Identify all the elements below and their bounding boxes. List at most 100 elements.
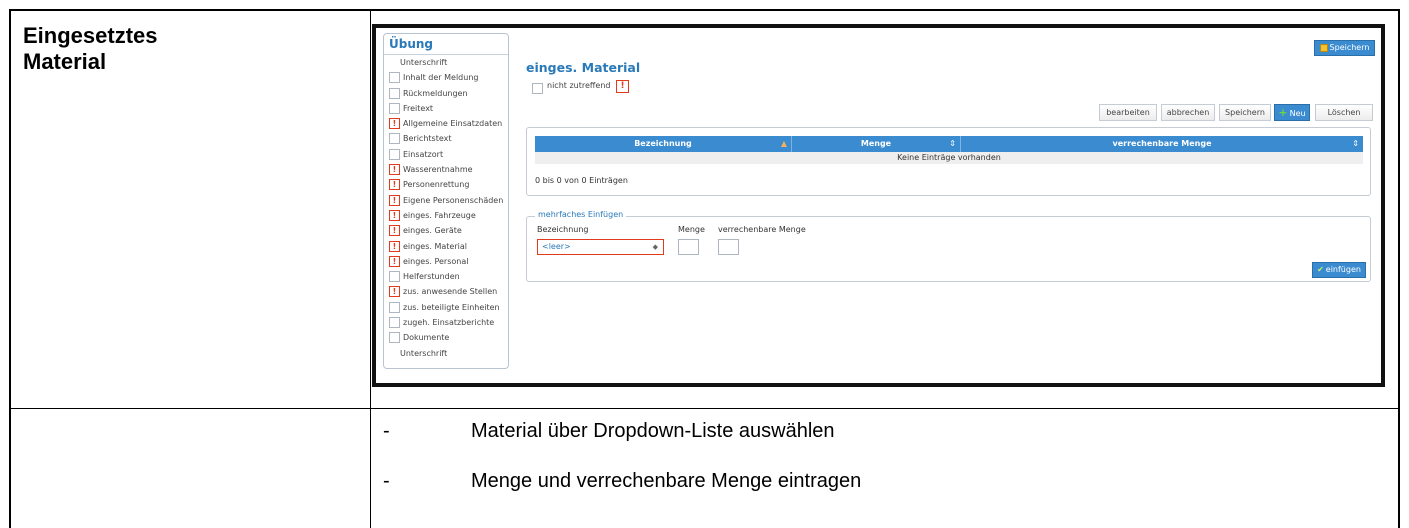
section-title: Eingesetztes Material	[23, 23, 158, 74]
edit-button[interactable]: bearbeiten	[1099, 104, 1157, 121]
sidebar-item-label: zus. beteiligte Einheiten	[403, 302, 500, 312]
sidebar-item-label: Freitext	[403, 103, 434, 113]
not-applicable-checkbox[interactable]	[532, 83, 543, 94]
sidebar-item-label: Inhalt der Meldung	[403, 73, 479, 83]
sidebar-item[interactable]: Dokumente	[387, 330, 509, 345]
warning-icon: !	[389, 164, 400, 176]
sidebar-item[interactable]: ! Eigene Personenschäden	[387, 193, 509, 208]
sidebar-item[interactable]: Inhalt der Meldung	[387, 70, 509, 85]
sidebar-item[interactable]: ! einges. Fahrzeuge	[387, 208, 509, 223]
checkbox	[389, 332, 400, 344]
sidebar-item[interactable]: Unterschrift	[387, 55, 509, 70]
instruction-text: Material über Dropdown-Liste auswählen	[471, 420, 835, 442]
sidebar-item[interactable]: ! zus. anwesende Stellen	[387, 284, 509, 299]
chevron-down-icon: ◆	[652, 243, 658, 251]
section-sidebar: Übung Unterschrift Inhalt der Meldung Rück…	[383, 33, 509, 369]
checkbox	[389, 317, 400, 329]
grid-header: Bezeichnung ▲ Menge ⇕ verrechenbare Menge ⇕	[535, 136, 1363, 152]
column-header-verrechenbare-menge[interactable]: verrechenbare Menge ⇕	[961, 136, 1363, 152]
material-grid: Bezeichnung ▲ Menge ⇕ verrechenbare Menge ⇕…	[526, 127, 1371, 196]
sidebar-item[interactable]: zus. beteiligte Einheiten	[387, 300, 509, 315]
instruction-item: - Material über Dropdown-Liste auswählen	[383, 418, 1283, 468]
sidebar-item-label: Rückmeldungen	[403, 88, 468, 98]
warning-icon: !	[389, 209, 400, 221]
warning-icon: !	[389, 255, 400, 267]
row-divider	[11, 408, 1398, 409]
warning-icon: !	[389, 240, 400, 252]
checkbox	[389, 301, 400, 313]
name-label: Bezeichnung	[537, 225, 589, 234]
sidebar-item[interactable]: ! einges. Material	[387, 239, 509, 254]
sidebar-item[interactable]: ! einges. Personal	[387, 254, 509, 269]
sidebar-item-label: Personenrettung	[403, 180, 470, 190]
grid-info: 0 bis 0 von 0 Einträgen	[535, 176, 628, 185]
sidebar-item-label: Unterschrift	[400, 58, 448, 67]
sidebar-item[interactable]: Berichtstext	[387, 131, 509, 146]
sidebar-item[interactable]: Einsatzort	[387, 147, 509, 162]
checkbox	[389, 102, 400, 114]
sidebar-item[interactable]: ! Wasserentnahme	[387, 162, 509, 177]
sidebar-item[interactable]: zugeh. Einsatzberichte	[387, 315, 509, 330]
quantity-label: Menge	[678, 225, 705, 234]
instruction-item: - Menge und verrechenbare Menge eintragen	[383, 468, 1283, 518]
sidebar-item[interactable]: ! Allgemeine Einsatzdaten	[387, 116, 509, 131]
warning-icon: !	[389, 118, 400, 130]
insert-button-label: einfügen	[1325, 265, 1361, 274]
sidebar-list: Unterschrift Inhalt der Meldung Rückmeldun…	[387, 55, 509, 361]
app-screenshot: Übung Unterschrift Inhalt der Meldung Rück…	[372, 24, 1385, 387]
column-header-menge[interactable]: Menge ⇕	[792, 136, 960, 152]
sidebar-item[interactable]: ! einges. Geräte	[387, 223, 509, 238]
cancel-button[interactable]: abbrechen	[1161, 104, 1215, 121]
sidebar-item[interactable]: ! Personenrettung	[387, 177, 509, 192]
billable-quantity-input[interactable]	[718, 239, 739, 255]
sidebar-item-label: einges. Fahrzeuge	[403, 210, 476, 220]
new-button-label: Neu	[1289, 109, 1306, 118]
insert-button[interactable]: ✔ einfügen	[1312, 262, 1366, 278]
sidebar-item-label: Berichtstext	[403, 134, 452, 144]
save-button[interactable]: Speichern	[1219, 104, 1271, 121]
top-save-button[interactable]: Speichern	[1314, 40, 1375, 56]
checkbox	[389, 87, 400, 99]
warning-icon: !	[389, 194, 400, 206]
sidebar-item-label: zugeh. Einsatzberichte	[403, 318, 495, 328]
sidebar-item[interactable]: Freitext	[387, 101, 509, 116]
plus-icon: +	[1278, 106, 1288, 119]
sidebar-item-label: einges. Geräte	[403, 226, 462, 236]
warning-icon: !	[389, 179, 400, 191]
warning-icon: !	[616, 80, 629, 93]
sidebar-item-label: Wasserentnahme	[403, 165, 473, 175]
checkbox	[389, 271, 400, 283]
material-select-value: <leer>	[542, 242, 571, 251]
sidebar-item-label: Dokumente	[403, 333, 450, 343]
checkbox	[389, 148, 400, 160]
sidebar-item-label: Unterschrift	[400, 348, 448, 358]
warning-icon: !	[389, 286, 400, 298]
sidebar-item-label: Eigene Personenschäden	[403, 195, 504, 205]
instruction-list: - Material über Dropdown-Liste auswählen -…	[383, 418, 1283, 518]
grid-empty-row: Keine Einträge vorhanden	[535, 152, 1363, 164]
page-heading: einges. Material	[526, 60, 641, 75]
column-divider	[370, 11, 371, 528]
multi-insert-panel: mehrfaches Einfügen Bezeichnung Menge ve…	[526, 210, 1371, 282]
warning-icon: !	[389, 225, 400, 237]
delete-button[interactable]: Löschen	[1315, 104, 1373, 121]
sidebar-item-label: Einsatzort	[403, 149, 444, 159]
bullet-marker: -	[383, 420, 390, 442]
billable-quantity-label: verrechenbare Menge	[718, 225, 806, 234]
column-header-label: verrechenbare Menge	[1112, 139, 1212, 148]
column-header-bezeichnung[interactable]: Bezeichnung ▲	[535, 136, 791, 152]
sidebar-item[interactable]: Rückmeldungen	[387, 86, 509, 101]
new-button[interactable]: + Neu	[1274, 104, 1310, 121]
material-select[interactable]: <leer> ◆	[537, 239, 664, 255]
bullet-marker: -	[383, 470, 390, 492]
save-icon	[1319, 43, 1328, 52]
sort-icon: ▲	[780, 139, 787, 148]
sidebar-item[interactable]: Unterschrift	[387, 346, 509, 361]
sort-icon: ⇕	[1352, 139, 1359, 148]
sidebar-item-label: einges. Personal	[403, 256, 469, 266]
column-header-label: Bezeichnung	[634, 139, 692, 148]
quantity-input[interactable]	[678, 239, 699, 255]
sidebar-item[interactable]: Helferstunden	[387, 269, 509, 284]
sidebar-item-label: Helferstunden	[403, 272, 460, 282]
sidebar-title: Übung	[389, 37, 434, 51]
